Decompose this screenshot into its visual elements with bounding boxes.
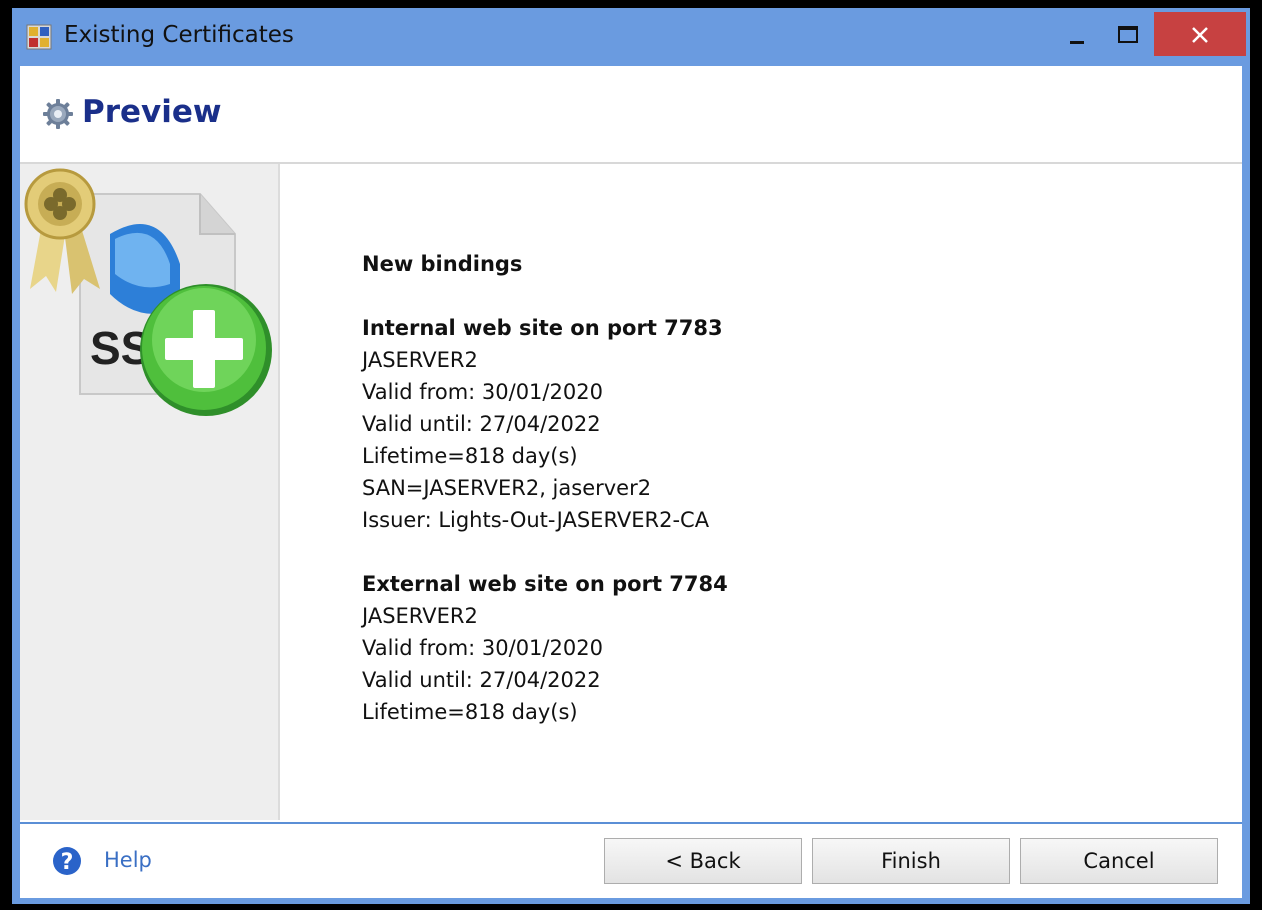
cancel-button[interactable]: Cancel — [1020, 838, 1218, 884]
external-host: JASERVER2 — [362, 604, 478, 628]
internal-valid-until: Valid until: 27/04/2022 — [362, 412, 601, 436]
help-icon[interactable]: ? — [52, 846, 82, 876]
app-icon — [26, 24, 52, 50]
internal-san: SAN=JASERVER2, jaserver2 — [362, 476, 652, 500]
external-valid-from: Valid from: 30/01/2020 — [362, 636, 603, 660]
external-site-title: External web site on port 7784 — [362, 572, 728, 596]
bindings-summary: New bindings Internal web site on port 7… — [362, 248, 728, 728]
finish-button[interactable]: Finish — [812, 838, 1010, 884]
external-valid-until: Valid until: 27/04/2022 — [362, 668, 601, 692]
maximize-button[interactable] — [1102, 12, 1154, 56]
help-link[interactable]: Help — [104, 848, 152, 872]
internal-valid-from: Valid from: 30/01/2020 — [362, 380, 603, 404]
close-button[interactable] — [1154, 12, 1246, 56]
wizard-footer: ? Help < Back Finish Cancel — [20, 822, 1242, 898]
external-lifetime: Lifetime=818 day(s) — [362, 700, 578, 724]
ssl-certificate-add-icon: SS — [24, 168, 272, 416]
wizard-window: Existing Certificates Preview SS New bin… — [12, 8, 1250, 904]
minimize-icon — [1070, 41, 1084, 44]
preview-content: New bindings Internal web site on port 7… — [280, 164, 1242, 820]
close-icon — [1192, 27, 1208, 43]
minimize-button[interactable] — [1050, 12, 1102, 56]
window-title: Existing Certificates — [64, 22, 294, 48]
internal-lifetime: Lifetime=818 day(s) — [362, 444, 578, 468]
wizard-client-area: Preview SS New bindings Internal web sit… — [20, 66, 1242, 898]
internal-issuer: Issuer: Lights-Out-JASERVER2-CA — [362, 508, 710, 532]
internal-site-title: Internal web site on port 7783 — [362, 316, 723, 340]
bindings-heading: New bindings — [362, 252, 523, 276]
wizard-sidebar: SS — [20, 164, 280, 820]
wizard-header: Preview — [20, 66, 1242, 164]
title-bar: Existing Certificates — [12, 8, 1250, 66]
maximize-icon — [1118, 26, 1138, 43]
svg-text:?: ? — [61, 850, 74, 875]
page-title: Preview — [82, 94, 222, 130]
back-button[interactable]: < Back — [604, 838, 802, 884]
gear-icon — [43, 99, 73, 129]
internal-host: JASERVER2 — [362, 348, 478, 372]
